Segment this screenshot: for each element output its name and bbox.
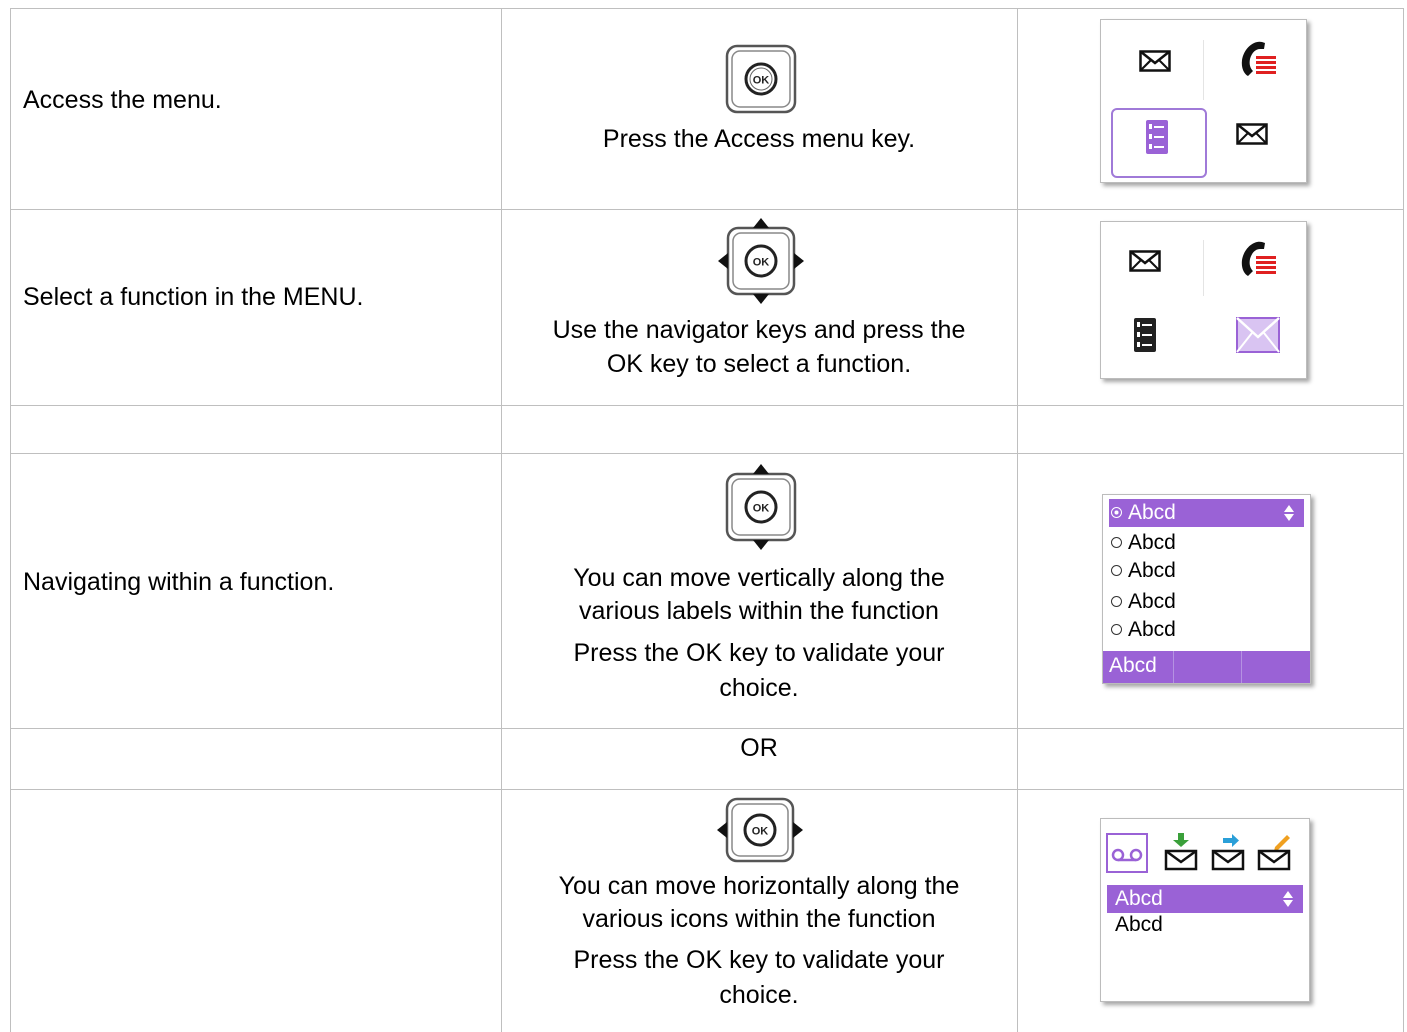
- list-item-label: Abcd: [1128, 559, 1176, 582]
- table-border-right: [1403, 8, 1404, 1032]
- ok-key-icon: OK: [725, 44, 797, 114]
- column-divider: [1017, 8, 1018, 1032]
- row4-validate-line1: Press the OK key to validate your: [573, 639, 945, 667]
- row-divider: [10, 453, 1404, 454]
- list-item-label: Abcd: [1128, 618, 1176, 641]
- softkey-2: [1174, 651, 1242, 683]
- or-separator-text: OR: [740, 734, 778, 762]
- list-item-selected: Abcd: [1109, 499, 1304, 527]
- mail-compose-icon: [1257, 835, 1291, 871]
- softkey-bar: Abcd: [1103, 651, 1310, 683]
- mail-forward-icon: [1211, 834, 1245, 871]
- grid-separator: [1203, 240, 1204, 296]
- directory-icon: [1134, 318, 1156, 352]
- row6-validate-line2: choice.: [719, 981, 799, 1009]
- row2-action-text: Select a function in the MENU.: [23, 283, 364, 311]
- svg-text:OK: OK: [753, 75, 770, 87]
- row2-instruction-line2: OK key to select a function.: [606, 350, 912, 378]
- up-down-arrows-icon: [1283, 891, 1293, 907]
- list-item-label: Abcd: [1128, 501, 1176, 524]
- menu-screen-2: [1100, 221, 1307, 379]
- list-item-label: Abcd: [1128, 590, 1176, 613]
- navigator-4way-key-icon: OK: [718, 218, 804, 304]
- radio-selected-icon: [1111, 506, 1122, 518]
- list-item-selected: Abcd: [1107, 885, 1303, 913]
- row1-action-text: Access the menu.: [23, 86, 222, 114]
- row4-action-text: Navigating within a function.: [23, 568, 335, 596]
- list-item: Abcd: [1109, 616, 1176, 644]
- row6-validate-line1: Press the OK key to validate your: [573, 946, 945, 974]
- menu-screen-1: [1100, 19, 1307, 183]
- radio-icon: [1111, 595, 1122, 607]
- row2-instruction-line1: Use the navigator keys and press the: [552, 316, 966, 344]
- row4-instruction-line2: various labels within the function: [579, 597, 939, 625]
- icon-tab-screen: Abcd Abcd: [1100, 818, 1310, 1002]
- svg-text:OK: OK: [753, 257, 770, 269]
- row1-instruction: Press the Access menu key.: [602, 125, 916, 153]
- row4-instruction-line1: You can move vertically along the: [573, 564, 945, 592]
- mail-download-icon: [1164, 833, 1198, 871]
- radio-icon: [1111, 564, 1122, 576]
- table-border-left: [10, 8, 11, 1032]
- table-border-top: [10, 8, 1404, 9]
- call-log-icon: [1241, 41, 1276, 76]
- row-divider: [10, 728, 1404, 729]
- softkey-1: Abcd: [1103, 651, 1174, 683]
- row6-instruction-line2: various icons within the function: [582, 905, 936, 933]
- envelope-icon: [1236, 123, 1268, 145]
- radio-icon: [1111, 536, 1122, 548]
- list-item-label: Abcd: [1115, 913, 1163, 936]
- row-divider: [10, 405, 1404, 406]
- voicemail-icon: [1106, 833, 1148, 873]
- list-item-label: Abcd: [1115, 887, 1163, 910]
- list-item: Abcd: [1107, 911, 1163, 939]
- row-divider: [10, 789, 1404, 790]
- list-item-label: Abcd: [1128, 531, 1176, 554]
- list-item: Abcd: [1109, 588, 1176, 616]
- list-item: Abcd: [1109, 557, 1176, 585]
- list-item: Abcd: [1109, 529, 1176, 557]
- envelope-icon: [1139, 50, 1171, 72]
- up-down-arrows-icon: [1284, 505, 1294, 521]
- directory-icon: [1146, 120, 1168, 154]
- svg-text:OK: OK: [753, 503, 770, 515]
- list-screen: Abcd Abcd Abcd Abcd Abcd Abcd: [1102, 494, 1311, 684]
- navigator-updown-key-icon: OK: [725, 464, 797, 550]
- navigator-leftright-key-icon: OK: [717, 797, 803, 863]
- grid-separator: [1203, 40, 1204, 100]
- row-divider: [10, 209, 1404, 210]
- envelope-selected-icon: [1236, 317, 1280, 353]
- row4-validate-line2: choice.: [719, 674, 799, 702]
- call-log-icon: [1241, 241, 1276, 276]
- envelope-icon: [1129, 250, 1161, 272]
- svg-text:OK: OK: [752, 826, 769, 838]
- radio-icon: [1111, 623, 1122, 635]
- row6-instruction-line1: You can move horizontally along the: [558, 872, 960, 900]
